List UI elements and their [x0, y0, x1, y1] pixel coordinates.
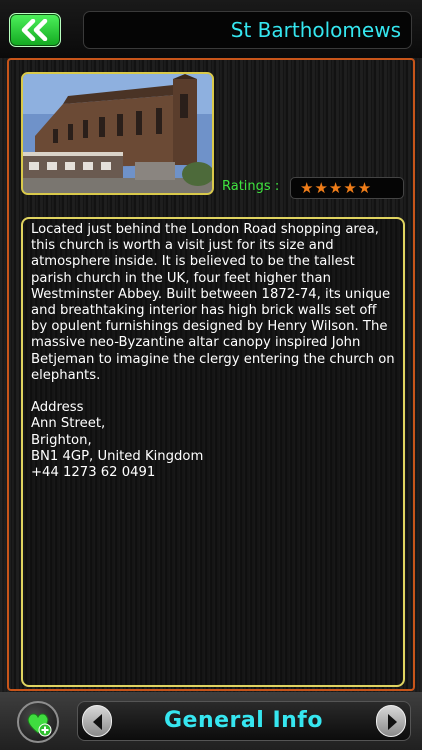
section-label: General Info	[164, 708, 323, 733]
description-text: Located just behind the London Road shop…	[31, 222, 395, 481]
ratings-label: Ratings :	[222, 179, 280, 194]
detail-panel: Ratings : ★★★★★ Located just behind the …	[7, 58, 415, 691]
title-box: St Bartholomews	[83, 11, 412, 49]
next-section-button[interactable]	[376, 705, 406, 737]
rating-stars: ★★★★★	[290, 177, 404, 199]
double-chevron-left-icon	[21, 19, 48, 41]
triangle-right-icon	[388, 714, 397, 730]
place-photo	[21, 72, 214, 195]
add-favorite-button[interactable]	[17, 701, 59, 743]
page-title: St Bartholomews	[230, 18, 401, 42]
heart-plus-icon	[27, 713, 52, 737]
previous-section-button[interactable]	[82, 705, 112, 737]
section-nav: General Info	[77, 701, 411, 741]
footer-bar: General Info	[0, 692, 422, 750]
header-bar: St Bartholomews	[0, 0, 422, 58]
description-box[interactable]: Located just behind the London Road shop…	[21, 217, 405, 687]
stars-text: ★★★★★	[300, 179, 373, 197]
triangle-left-icon	[93, 714, 102, 730]
back-button[interactable]	[9, 13, 61, 47]
